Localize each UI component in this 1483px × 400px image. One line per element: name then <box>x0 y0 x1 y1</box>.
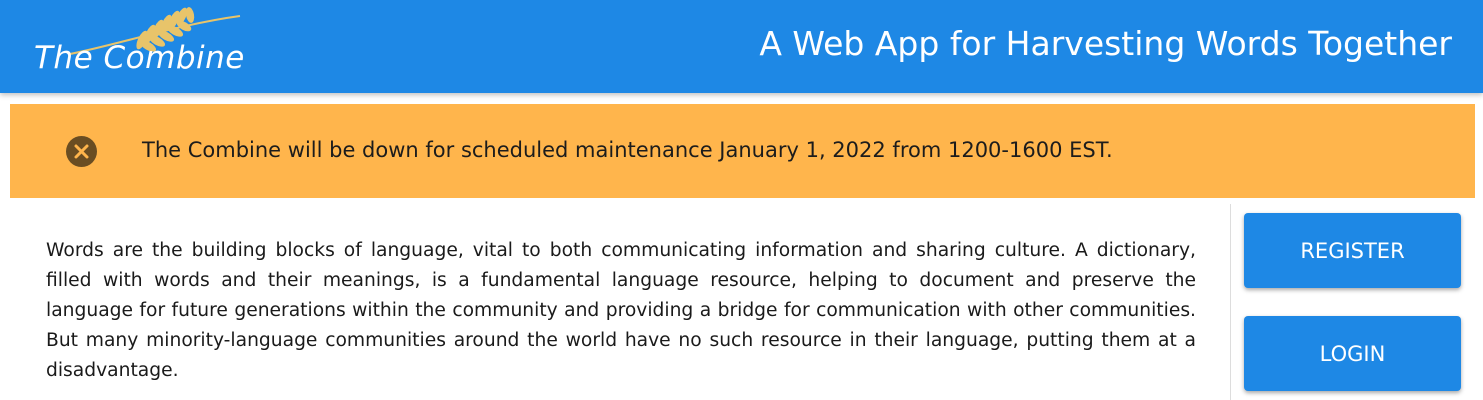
main-content: Words are the building blocks of languag… <box>10 198 1230 400</box>
login-button[interactable]: LOGIN <box>1244 316 1461 391</box>
intro-paragraph: Words are the building blocks of languag… <box>46 240 1196 381</box>
register-button[interactable]: REGISTER <box>1244 213 1461 288</box>
combine-logo[interactable]: The Combine <box>30 4 250 86</box>
app-bar: The Combine A Web App for Harvesting Wor… <box>0 0 1483 93</box>
close-circle-icon[interactable] <box>66 136 97 167</box>
banner-message: The Combine will be down for scheduled m… <box>142 138 1113 162</box>
auth-sidebar: REGISTER LOGIN <box>1231 198 1483 400</box>
maintenance-banner: The Combine will be down for scheduled m… <box>10 104 1475 198</box>
app-title: A Web App for Harvesting Words Together <box>759 24 1452 63</box>
logo-text: The Combine <box>34 40 245 76</box>
